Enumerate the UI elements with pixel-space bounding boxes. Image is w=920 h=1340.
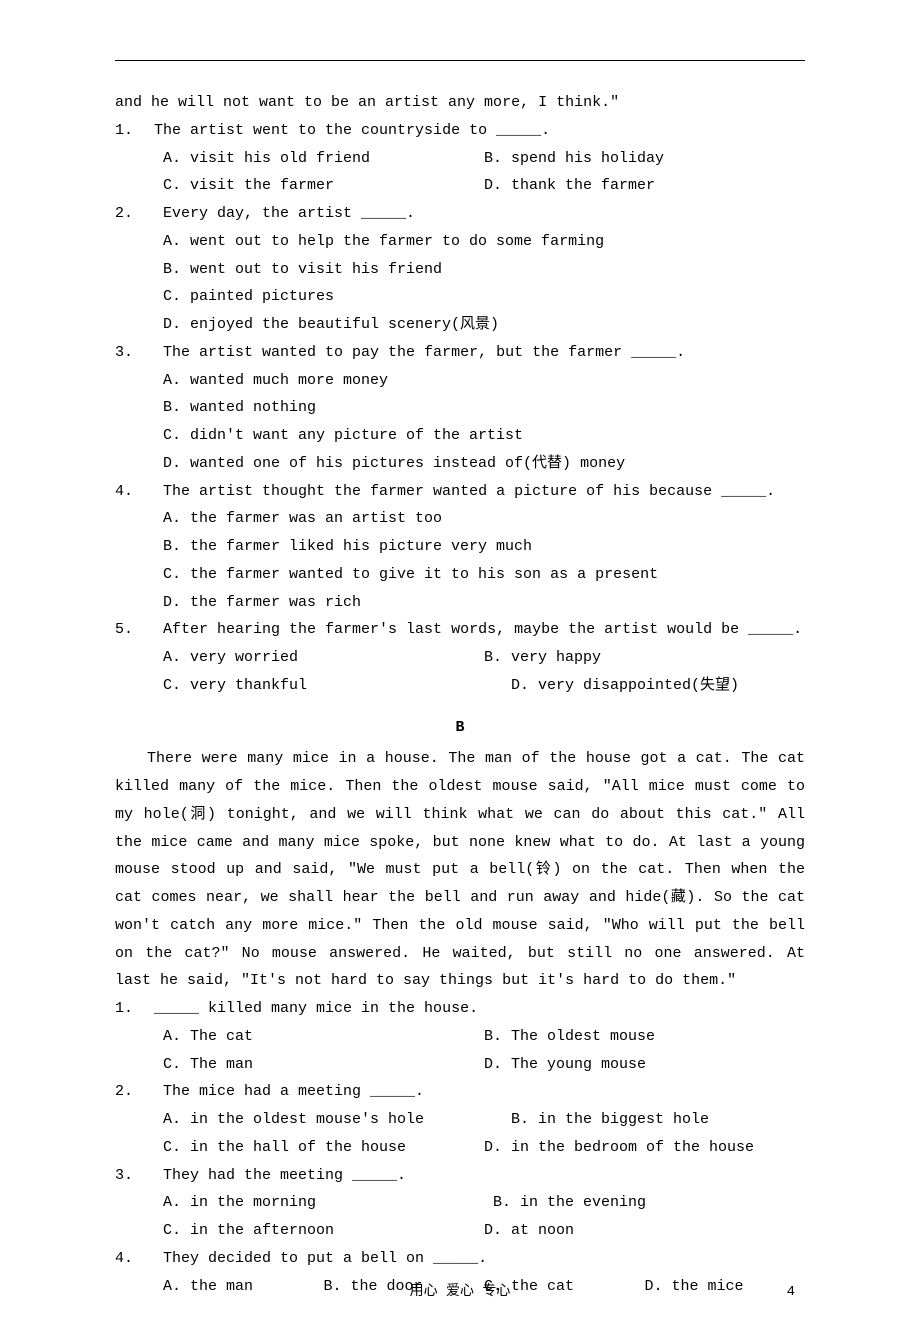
question-item: 3. The artist wanted to pay the farmer, … [115, 339, 805, 367]
question-item: 3. They had the meeting _____. [115, 1162, 805, 1190]
question-number: 1. [115, 995, 145, 1023]
question-item: 4. The artist thought the farmer wanted … [115, 478, 805, 506]
option: C. The man [163, 1051, 484, 1079]
option-row: C. The manD. The young mouse [115, 1051, 805, 1079]
question-item: 4. They decided to put a bell on _____. [115, 1245, 805, 1273]
option: B. in the biggest hole [484, 1106, 805, 1134]
option: B. went out to visit his friend [115, 256, 805, 284]
option-row: C. in the hall of the houseD. in the bed… [115, 1134, 805, 1162]
option: B. the farmer liked his picture very muc… [115, 533, 805, 561]
option: A. visit his old friend [163, 145, 484, 173]
question-stem: After hearing the farmer's last words, m… [145, 616, 805, 644]
option-row: C. in the afternoonD. at noon [115, 1217, 805, 1245]
option: D. very disappointed(失望) [484, 672, 805, 700]
question-item: 2. Every day, the artist _____. [115, 200, 805, 228]
question-stem: They decided to put a bell on _____. [145, 1245, 805, 1273]
option: A. The cat [163, 1023, 484, 1051]
option-row: A. in the oldest mouse's hole B. in the … [115, 1106, 805, 1134]
option: A. in the morning [163, 1189, 484, 1217]
question-number: 3. [115, 339, 145, 367]
horizontal-rule [115, 60, 805, 61]
page-footer: 用心 爱心 专心 4 [0, 1280, 920, 1306]
option: C. visit the farmer [163, 172, 484, 200]
question-stem: The artist wanted to pay the farmer, but… [145, 339, 805, 367]
question-stem: They had the meeting _____. [145, 1162, 805, 1190]
option: C. in the hall of the house [163, 1134, 484, 1162]
option: D. the farmer was rich [115, 589, 805, 617]
option: D. The young mouse [484, 1051, 805, 1079]
question-item: 1. The artist went to the countryside to… [115, 117, 805, 145]
question-item: 2. The mice had a meeting _____. [115, 1078, 805, 1106]
option: D. enjoyed the beautiful scenery(风景) [115, 311, 805, 339]
option-row: C. visit the farmerD. thank the farmer [115, 172, 805, 200]
question-item: 5. After hearing the farmer's last words… [115, 616, 805, 644]
question-stem: The mice had a meeting _____. [145, 1078, 805, 1106]
page-number: 4 [787, 1280, 795, 1306]
question-number: 5. [115, 616, 145, 644]
option-row: A. very worriedB. very happy [115, 644, 805, 672]
option: D. wanted one of his pictures instead of… [115, 450, 805, 478]
option: B. very happy [484, 644, 805, 672]
option: A. went out to help the farmer to do som… [115, 228, 805, 256]
option: D. at noon [484, 1217, 805, 1245]
footer-motto: 用心 爱心 专心 [410, 1284, 511, 1300]
top-fragment-text: and he will not want to be an artist any… [115, 89, 805, 117]
question-number: 2. [115, 1078, 145, 1106]
question-item: 1. _____ killed many mice in the house. [115, 995, 805, 1023]
option-row: A. The catB. The oldest mouse [115, 1023, 805, 1051]
option: A. the farmer was an artist too [115, 505, 805, 533]
section-b-heading: B [115, 714, 805, 742]
passage-b-text: There were many mice in a house. The man… [115, 745, 805, 995]
question-stem: Every day, the artist _____. [145, 200, 805, 228]
question-number: 2. [115, 200, 145, 228]
question-number: 4. [115, 478, 145, 506]
option: B. spend his holiday [484, 145, 805, 173]
question-number: 4. [115, 1245, 145, 1273]
option: B. wanted nothing [115, 394, 805, 422]
option: D. thank the farmer [484, 172, 805, 200]
question-number: 1. [115, 117, 145, 145]
option: A. very worried [163, 644, 484, 672]
question-number: 3. [115, 1162, 145, 1190]
option-row: A. in the morning B. in the evening [115, 1189, 805, 1217]
question-stem: The artist went to the countryside to __… [145, 117, 805, 145]
option: C. didn't want any picture of the artist [115, 422, 805, 450]
option-row: A. visit his old friendB. spend his holi… [115, 145, 805, 173]
question-stem: _____ killed many mice in the house. [145, 995, 805, 1023]
option: A. wanted much more money [115, 367, 805, 395]
option: A. in the oldest mouse's hole [163, 1106, 484, 1134]
option: B. in the evening [484, 1189, 805, 1217]
question-stem: The artist thought the farmer wanted a p… [145, 478, 805, 506]
option: C. the farmer wanted to give it to his s… [115, 561, 805, 589]
option: C. in the afternoon [163, 1217, 484, 1245]
option: B. The oldest mouse [484, 1023, 805, 1051]
option: C. very thankful [163, 672, 484, 700]
option: D. in the bedroom of the house [484, 1134, 805, 1162]
option-row: C. very thankful D. very disappointed(失望… [115, 672, 805, 700]
option: C. painted pictures [115, 283, 805, 311]
